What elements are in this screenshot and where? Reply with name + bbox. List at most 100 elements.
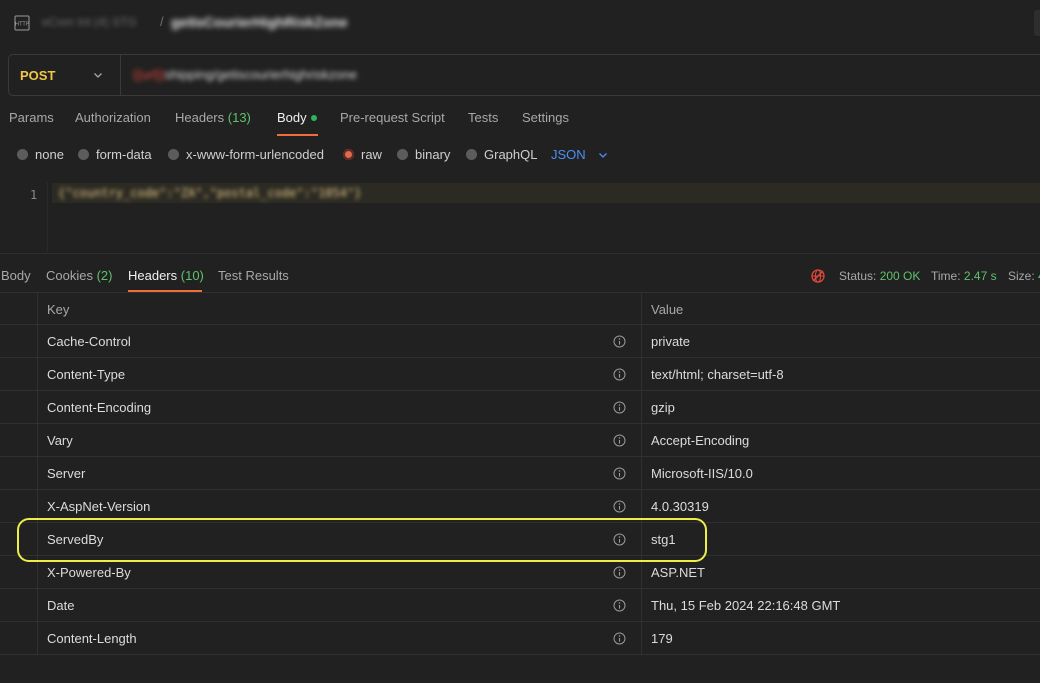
status-value[interactable]: 200 OK <box>880 269 921 283</box>
tab-body[interactable]: Body <box>277 104 319 136</box>
table-row[interactable]: Server Microsoft-IIS/10.0 <box>0 457 1040 490</box>
column-divider <box>641 424 642 457</box>
header-key: X-AspNet-Version <box>47 499 151 514</box>
table-row[interactable]: X-AspNet-Version 4.0.30319 <box>0 490 1040 523</box>
request-name[interactable]: getIsCourierHighRiskZone <box>171 14 348 30</box>
svg-text:HTTP: HTTP <box>15 22 30 28</box>
tab-label: Tests <box>468 110 499 125</box>
method-dropdown[interactable]: POST <box>9 55 121 95</box>
response-headers-table: Key Value Cache-Control private Content-Ty… <box>0 292 1040 655</box>
column-divider <box>641 523 642 556</box>
column-divider <box>641 358 642 391</box>
info-icon[interactable] <box>613 368 626 381</box>
tab-params[interactable]: Params <box>9 104 54 136</box>
column-divider <box>641 293 642 326</box>
column-divider <box>37 424 38 457</box>
info-icon[interactable] <box>613 599 626 612</box>
tab-count: (13) <box>227 110 251 125</box>
breadcrumb-separator: / <box>160 14 164 29</box>
header-key: X-Powered-By <box>47 565 131 580</box>
column-divider <box>37 325 38 358</box>
header-value: 179 <box>651 631 673 646</box>
info-icon[interactable] <box>613 533 626 546</box>
tab-cookies[interactable]: Cookies (2) <box>46 264 112 292</box>
url-input[interactable]: {{url}}shipping/getiscourierhighriskzone <box>133 67 357 82</box>
header-key: ServedBy <box>47 532 104 547</box>
table-row[interactable]: Content-Length 179 <box>0 622 1040 655</box>
info-icon[interactable] <box>613 434 626 447</box>
column-header-value: Value <box>651 302 684 317</box>
table-row[interactable]: X-Powered-By ASP.NET <box>0 556 1040 589</box>
radio-button <box>78 149 89 160</box>
info-icon[interactable] <box>613 632 626 645</box>
radio-label: form-data <box>96 147 152 162</box>
radio-raw[interactable]: raw <box>343 144 388 166</box>
info-icon[interactable] <box>613 401 626 414</box>
postman-window: HTTP eCom Int (4) STG / getIsCourierHigh… <box>0 0 1040 683</box>
tab-label: Cookies <box>46 268 93 283</box>
table-row[interactable]: Vary Accept-Encoding <box>0 424 1040 457</box>
table-row[interactable]: Content-Type text/html; charset=utf-8 <box>0 358 1040 391</box>
radio-label: raw <box>361 147 382 162</box>
time-value[interactable]: 2.47 s <box>964 269 997 283</box>
tab-headers[interactable]: Headers (13) <box>175 104 251 136</box>
editor-gutter: 1 <box>0 182 48 252</box>
line-number: 1 <box>30 188 38 202</box>
column-divider <box>641 325 642 358</box>
radio-label: GraphQL <box>484 147 538 162</box>
header-value: gzip <box>651 400 675 415</box>
header-value: private <box>651 334 691 349</box>
collection-breadcrumb[interactable]: eCom Int (4) STG <box>42 15 137 29</box>
status-label: Status: <box>839 269 877 283</box>
table-row[interactable]: Date Thu, 15 Feb 2024 22:16:48 GMT <box>0 589 1040 622</box>
radio-binary[interactable]: binary <box>397 144 457 166</box>
tab-label: Test Results <box>218 268 289 283</box>
code-line[interactable]: {"country_code":"ZA","postal_code":"1054… <box>58 186 361 200</box>
chevron-down-icon[interactable] <box>597 149 609 161</box>
tab-response-body[interactable]: Body <box>1 264 31 292</box>
tab-authorization[interactable]: Authorization <box>75 104 151 136</box>
http-icon: HTTP <box>14 15 30 31</box>
column-header-key: Key <box>47 302 70 317</box>
column-divider <box>37 556 38 589</box>
column-divider <box>641 556 642 589</box>
table-row[interactable]: Cache-Control private <box>0 325 1040 358</box>
info-icon[interactable] <box>613 467 626 480</box>
header-value: text/html; charset=utf-8 <box>651 367 784 382</box>
column-divider <box>641 622 642 655</box>
network-globe-icon[interactable] <box>810 268 826 284</box>
tab-label: Pre-request Script <box>340 110 445 125</box>
header-key: Vary <box>47 433 73 448</box>
info-icon[interactable] <box>613 566 626 579</box>
tab-settings[interactable]: Settings <box>522 104 569 136</box>
tab-tests[interactable]: Tests <box>468 104 498 136</box>
radio-x-www-form-urlencoded[interactable]: x-www-form-urlencoded <box>168 144 333 166</box>
tab-count: (2) <box>96 268 113 283</box>
header-key: Cache-Control <box>47 334 131 349</box>
header-key: Date <box>47 598 75 613</box>
tab-label: Headers <box>175 110 225 125</box>
radio-none[interactable]: none <box>17 144 67 166</box>
column-divider <box>37 490 38 523</box>
radio-form-data[interactable]: form-data <box>78 144 158 166</box>
tab-label: Authorization <box>75 110 151 125</box>
tab-test-results[interactable]: Test Results <box>218 264 289 292</box>
radio-label: binary <box>415 147 451 162</box>
header-value: 4.0.30319 <box>651 499 709 514</box>
header-value: Microsoft-IIS/10.0 <box>651 466 753 481</box>
radio-graphql[interactable]: GraphQL <box>466 144 538 166</box>
format-dropdown[interactable]: JSON <box>551 144 586 166</box>
radio-label: none <box>35 147 64 162</box>
info-icon[interactable] <box>613 335 626 348</box>
body-editor[interactable]: 1 {"country_code":"ZA","postal_code":"10… <box>0 182 1040 254</box>
column-divider <box>37 293 38 326</box>
tab-response-headers[interactable]: Headers (10) <box>128 264 204 292</box>
tab-pre-request-script[interactable]: Pre-request Script <box>340 104 445 136</box>
url-path: shipping/getiscourierhighriskzone <box>164 67 358 82</box>
side-panel-toggle[interactable] <box>1034 10 1040 36</box>
status-field: Status: 200 OK <box>839 269 920 283</box>
table-row[interactable]: ServedBy stg1 <box>0 523 1040 556</box>
table-row[interactable]: Content-Encoding gzip <box>0 391 1040 424</box>
size-field: Size: 4 <box>1008 269 1040 283</box>
info-icon[interactable] <box>613 500 626 513</box>
